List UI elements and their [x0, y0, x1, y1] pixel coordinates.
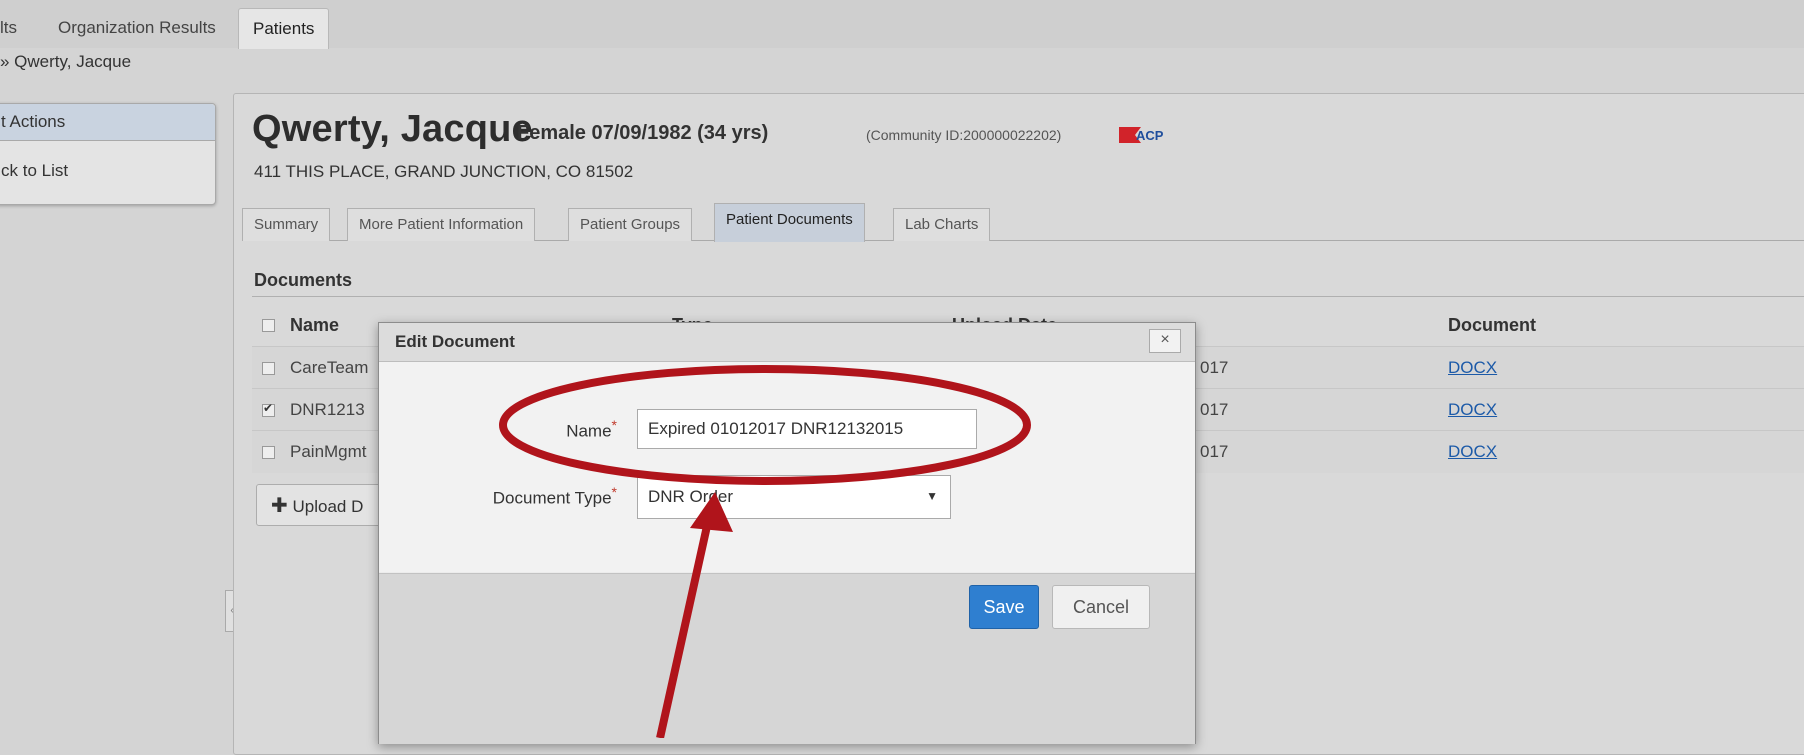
upload-date: 017: [1200, 358, 1229, 377]
document-name: CareTeam: [290, 358, 369, 377]
tab-patients[interactable]: Patients: [238, 8, 330, 49]
column-name[interactable]: Name: [290, 315, 339, 336]
community-id: (Community ID:200000022202): [866, 127, 1062, 143]
acp-logo-icon: ACP: [1119, 127, 1164, 143]
documents-heading: Documents: [254, 270, 353, 290]
document-type-label: Document Type*: [439, 484, 617, 509]
dialog-body: Name* Document Type* DNR Order ▼: [379, 362, 1195, 572]
required-marker: *: [611, 417, 617, 433]
row-checkbox[interactable]: [262, 401, 275, 417]
document-name: PainMgmt: [290, 442, 367, 461]
patient-gender-dob: Female 07/09/1982 (34 yrs): [517, 122, 769, 144]
document-link[interactable]: DOCX: [1448, 358, 1497, 378]
patient-name: Qwerty, Jacque: [252, 108, 533, 150]
tab-summary[interactable]: Summary: [242, 208, 331, 241]
name-label-text: Name: [566, 421, 612, 441]
edit-document-dialog: Edit Document × Name* Document Type* DNR…: [378, 322, 1196, 744]
upload-date: 017: [1200, 400, 1229, 419]
acp-logo-text: ACP: [1136, 128, 1164, 143]
upload-date: 017: [1200, 442, 1229, 461]
document-link[interactable]: DOCX: [1448, 400, 1497, 420]
tab-organization-results[interactable]: Organization Results: [58, 18, 216, 38]
cancel-button[interactable]: Cancel: [1052, 585, 1150, 629]
close-icon[interactable]: ×: [1149, 329, 1181, 353]
breadcrumb[interactable]: » Qwerty, Jacque: [0, 52, 131, 72]
caret-down-icon: ▼: [926, 489, 938, 503]
tab-more-patient-information[interactable]: More Patient Information: [347, 208, 536, 241]
document-name: DNR1213: [290, 400, 365, 419]
actions-header[interactable]: t Actions: [0, 104, 215, 141]
select-all-checkbox[interactable]: [262, 319, 275, 332]
document-name-input[interactable]: [637, 409, 977, 449]
upload-button-label: Upload D: [292, 497, 364, 516]
divider: [252, 296, 1804, 297]
upload-document-button[interactable]: ✚ Upload D: [256, 484, 396, 526]
document-link[interactable]: DOCX: [1448, 442, 1497, 462]
patient-address: 411 THIS PLACE, GRAND JUNCTION, CO 81502: [254, 162, 634, 181]
save-button[interactable]: Save: [969, 585, 1039, 629]
row-checkbox[interactable]: [262, 362, 275, 375]
patient-tabs: Summary More Patient Information Patient…: [242, 203, 1804, 242]
document-type-select[interactable]: DNR Order ▼: [637, 475, 951, 519]
top-tab-bar: lts Organization Results Patients: [0, 0, 1804, 49]
tab-patient-documents[interactable]: Patient Documents: [714, 203, 865, 242]
patient-actions-panel: t Actions ck to List: [0, 103, 216, 205]
row-checkbox[interactable]: [262, 446, 275, 459]
required-marker: *: [611, 484, 617, 500]
document-type-label-text: Document Type: [492, 488, 612, 508]
back-to-list-link[interactable]: ck to List: [0, 161, 215, 181]
name-label: Name*: [547, 417, 617, 442]
dialog-title: Edit Document: [379, 323, 1195, 362]
column-document: Document: [1448, 315, 1537, 335]
tab-patient-groups[interactable]: Patient Groups: [568, 208, 693, 241]
document-type-value: DNR Order: [648, 487, 734, 506]
tab-lab-charts[interactable]: Lab Charts: [893, 208, 991, 241]
tab-results-partial[interactable]: lts: [0, 18, 17, 38]
plus-icon: ✚: [271, 495, 288, 517]
